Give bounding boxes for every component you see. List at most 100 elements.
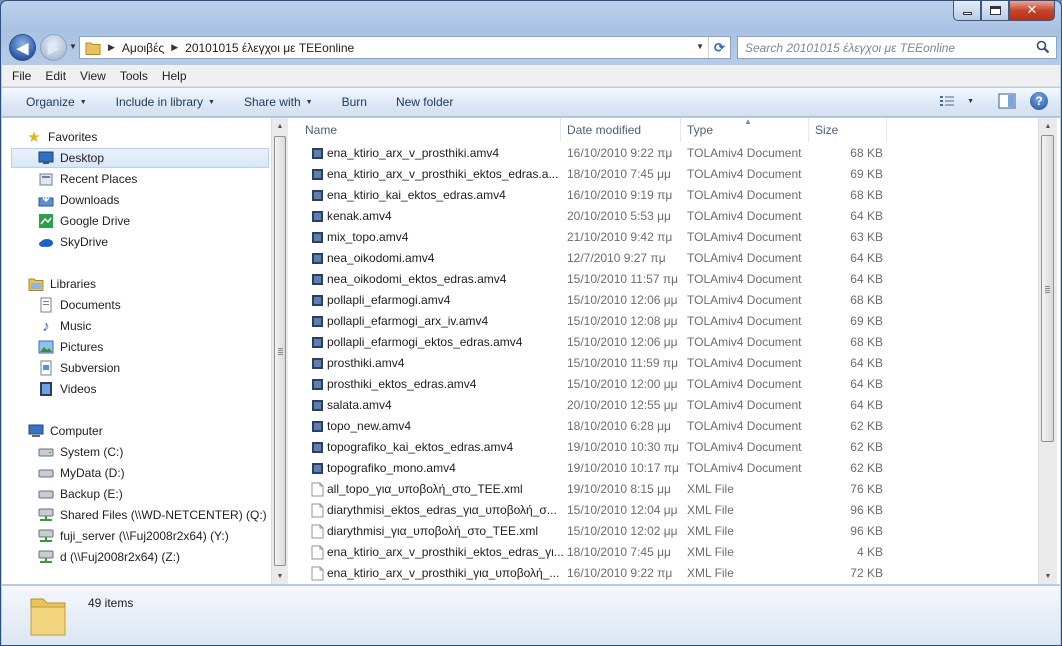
nav-item-label: Documents [60, 298, 121, 312]
nav-favorites[interactable]: ★ Favorites [26, 127, 97, 147]
column-header-name[interactable]: Name [299, 118, 561, 142]
file-row[interactable]: topo_new.amv4 18/10/2010 6:28 μμ TOLAmiv4 … [289, 416, 889, 437]
scroll-down-icon[interactable]: ▼ [272, 568, 288, 584]
column-header-type[interactable]: Type [681, 118, 809, 142]
file-name: nea_oikodomi.amv4 [327, 251, 435, 265]
back-button[interactable]: ◀ [9, 34, 36, 61]
include-in-library-button[interactable]: Include in library ▼ [102, 95, 230, 109]
nav-item-google-drive[interactable]: Google Drive [38, 211, 130, 231]
file-size: 68 KB [850, 293, 883, 307]
file-date: 15/10/2010 12:04 μμ [567, 503, 678, 517]
file-row[interactable]: pollapli_efarmogi_arx_iv.amv4 15/10/2010 … [289, 311, 889, 332]
file-row[interactable]: ena_ktirio_arx_v_prosthiki_ektos_edras.a… [289, 164, 889, 185]
file-list-scrollbar[interactable]: ▲ ▼ [1038, 118, 1057, 584]
view-options-button[interactable]: ▼ [939, 95, 974, 107]
nav-item-skydrive[interactable]: SkyDrive [38, 232, 108, 252]
file-row[interactable]: pollapli_efarmogi.amv4 15/10/2010 12:06 μ… [289, 290, 889, 311]
recent-pages-dropdown[interactable]: ▼ [69, 42, 77, 51]
nav-item-system-c[interactable]: System (C:) [38, 442, 123, 462]
file-row[interactable]: nea_oikodomi.amv4 12/7/2010 9:27 πμ TOLAmi… [289, 248, 889, 269]
file-row[interactable]: topografiko_kai_ektos_edras.amv4 19/10/20… [289, 437, 889, 458]
nav-computer[interactable]: Computer [28, 421, 103, 441]
minimize-icon[interactable] [953, 1, 981, 21]
scroll-down-icon[interactable]: ▼ [1039, 568, 1057, 584]
breadcrumb-item[interactable]: Αμοιβές [122, 41, 164, 55]
nav-item-recent-places[interactable]: Recent Places [38, 169, 137, 189]
nav-item-d-z[interactable]: d (\\Fuj2008r2x64) (Z:) [38, 547, 180, 567]
help-icon[interactable]: ? [1030, 92, 1048, 110]
column-header-size[interactable]: Size [809, 118, 887, 142]
new-folder-button[interactable]: New folder [382, 95, 468, 109]
nav-item-videos[interactable]: Videos [38, 379, 96, 399]
file-row[interactable]: all_topo_για_υποβολή_στο_TEE.xml 19/10/20… [289, 479, 889, 500]
file-name: pollapli_efarmogi_arx_iv.amv4 [327, 314, 489, 328]
search-input[interactable]: Search 20101015 έλεγχοι με TEEonline [737, 36, 1057, 59]
content-area: ★ Favorites Desktop Recent Places Downlo… [2, 117, 1060, 584]
file-row[interactable]: salata.amv4 20/10/2010 12:55 μμ TOLAmiv4 D… [289, 395, 889, 416]
file-size: 62 KB [850, 440, 883, 454]
preview-pane-icon[interactable] [998, 93, 1016, 109]
nav-item-music[interactable]: ♪ Music [38, 316, 91, 336]
breadcrumb-item[interactable]: 20101015 έλεγχοι με TEEonline [185, 41, 354, 55]
file-row[interactable]: prosthiki_ektos_edras.amv4 15/10/2010 12:… [289, 374, 889, 395]
address-dropdown-icon[interactable]: ▼ [696, 42, 704, 51]
scroll-up-icon[interactable]: ▲ [1039, 118, 1057, 134]
file-row[interactable]: mix_topo.amv4 21/10/2010 9:42 πμ TOLAmiv4 … [289, 227, 889, 248]
file-type: TOLAmiv4 Document [687, 230, 802, 244]
nav-item-documents[interactable]: Documents [38, 295, 121, 315]
file-row[interactable]: ena_ktirio_kai_ektos_edras.amv4 16/10/201… [289, 185, 889, 206]
nav-item-shared-files-q[interactable]: Shared Files (\\WD-NETCENTER) (Q:) [38, 505, 267, 525]
nav-item-mydata-d[interactable]: MyData (D:) [38, 463, 125, 483]
search-icon[interactable] [1036, 40, 1050, 54]
file-row[interactable]: diarythmisi_για_υποβολή_στο_TEE.xml 15/10… [289, 521, 889, 542]
navigation-scrollbar[interactable]: ▲ ▼ [271, 118, 288, 584]
nav-item-backup-e[interactable]: Backup (E:) [38, 484, 123, 504]
file-row[interactable]: diarythmisi_ektos_edras_για_υποβολή_σ...… [289, 500, 889, 521]
organize-button[interactable]: Organize ▼ [12, 95, 102, 109]
file-row[interactable]: ena_ktirio_arx_v_prosthiki.amv4 16/10/201… [289, 143, 889, 164]
file-date: 16/10/2010 9:22 πμ [567, 146, 673, 160]
nav-item-pictures[interactable]: Pictures [38, 337, 103, 357]
file-size: 4 KB [856, 545, 883, 559]
file-type: XML File [687, 545, 734, 559]
file-row[interactable]: ena_ktirio_arx_v_prosthiki_ektos_edras_γ… [289, 542, 889, 563]
amv4-file-icon [312, 169, 323, 180]
column-header-date[interactable]: Date modified [561, 118, 681, 142]
scrollbar-thumb[interactable] [1041, 135, 1054, 442]
nav-item-subversion[interactable]: Subversion [38, 358, 120, 378]
file-row[interactable]: kenak.amv4 20/10/2010 5:53 μμ TOLAmiv4 Doc… [289, 206, 889, 227]
scroll-up-icon[interactable]: ▲ [272, 118, 288, 134]
file-row[interactable]: pollapli_efarmogi_ektos_edras.amv4 15/10/… [289, 332, 889, 353]
file-name: ena_ktirio_arx_v_prosthiki_ektos_edras_γ… [327, 545, 564, 559]
menu-file[interactable]: File [5, 69, 38, 83]
scrollbar-thumb[interactable] [274, 136, 286, 566]
refresh-icon[interactable]: ⟳ [708, 37, 730, 58]
file-type: TOLAmiv4 Document [687, 293, 802, 307]
file-row[interactable]: prosthiki.amv4 15/10/2010 11:59 πμ TOLAmiv… [289, 353, 889, 374]
file-row[interactable]: ena_ktirio_arx_v_prosthiki_για_υποβολή_.… [289, 563, 889, 584]
nav-item-label: Backup (E:) [60, 487, 123, 501]
nav-item-fuji-server-y[interactable]: fuji_server (\\Fuj2008r2x64) (Y:) [38, 526, 229, 546]
nav-item-downloads[interactable]: Downloads [38, 190, 119, 210]
nav-item-desktop[interactable]: Desktop [11, 148, 269, 168]
file-row[interactable]: nea_oikodomi_ektos_edras.amv4 15/10/2010 … [289, 269, 889, 290]
burn-button[interactable]: Burn [328, 95, 382, 109]
menu-edit[interactable]: Edit [38, 69, 73, 83]
nav-libraries[interactable]: Libraries [28, 274, 96, 294]
forward-button[interactable]: ▶ [40, 34, 67, 61]
maximize-icon[interactable] [981, 1, 1009, 21]
address-bar[interactable]: ▶ Αμοιβές ▶ 20101015 έλεγχοι με TEEonlin… [79, 36, 731, 59]
share-with-button[interactable]: Share with ▼ [230, 95, 328, 109]
close-icon[interactable]: ✕ [1009, 1, 1055, 21]
libraries-icon [28, 276, 44, 292]
file-size: 68 KB [850, 335, 883, 349]
file-type: XML File [687, 482, 734, 496]
file-date: 18/10/2010 7:45 μμ [567, 167, 671, 181]
menu-view[interactable]: View [73, 69, 113, 83]
file-date: 15/10/2010 12:06 μμ [567, 335, 678, 349]
menu-tools[interactable]: Tools [113, 69, 155, 83]
file-row[interactable]: topografiko_mono.amv4 19/10/2010 10:17 πμ… [289, 458, 889, 479]
amv4-file-icon [312, 337, 323, 348]
menu-help[interactable]: Help [155, 69, 194, 83]
file-type: XML File [687, 503, 734, 517]
